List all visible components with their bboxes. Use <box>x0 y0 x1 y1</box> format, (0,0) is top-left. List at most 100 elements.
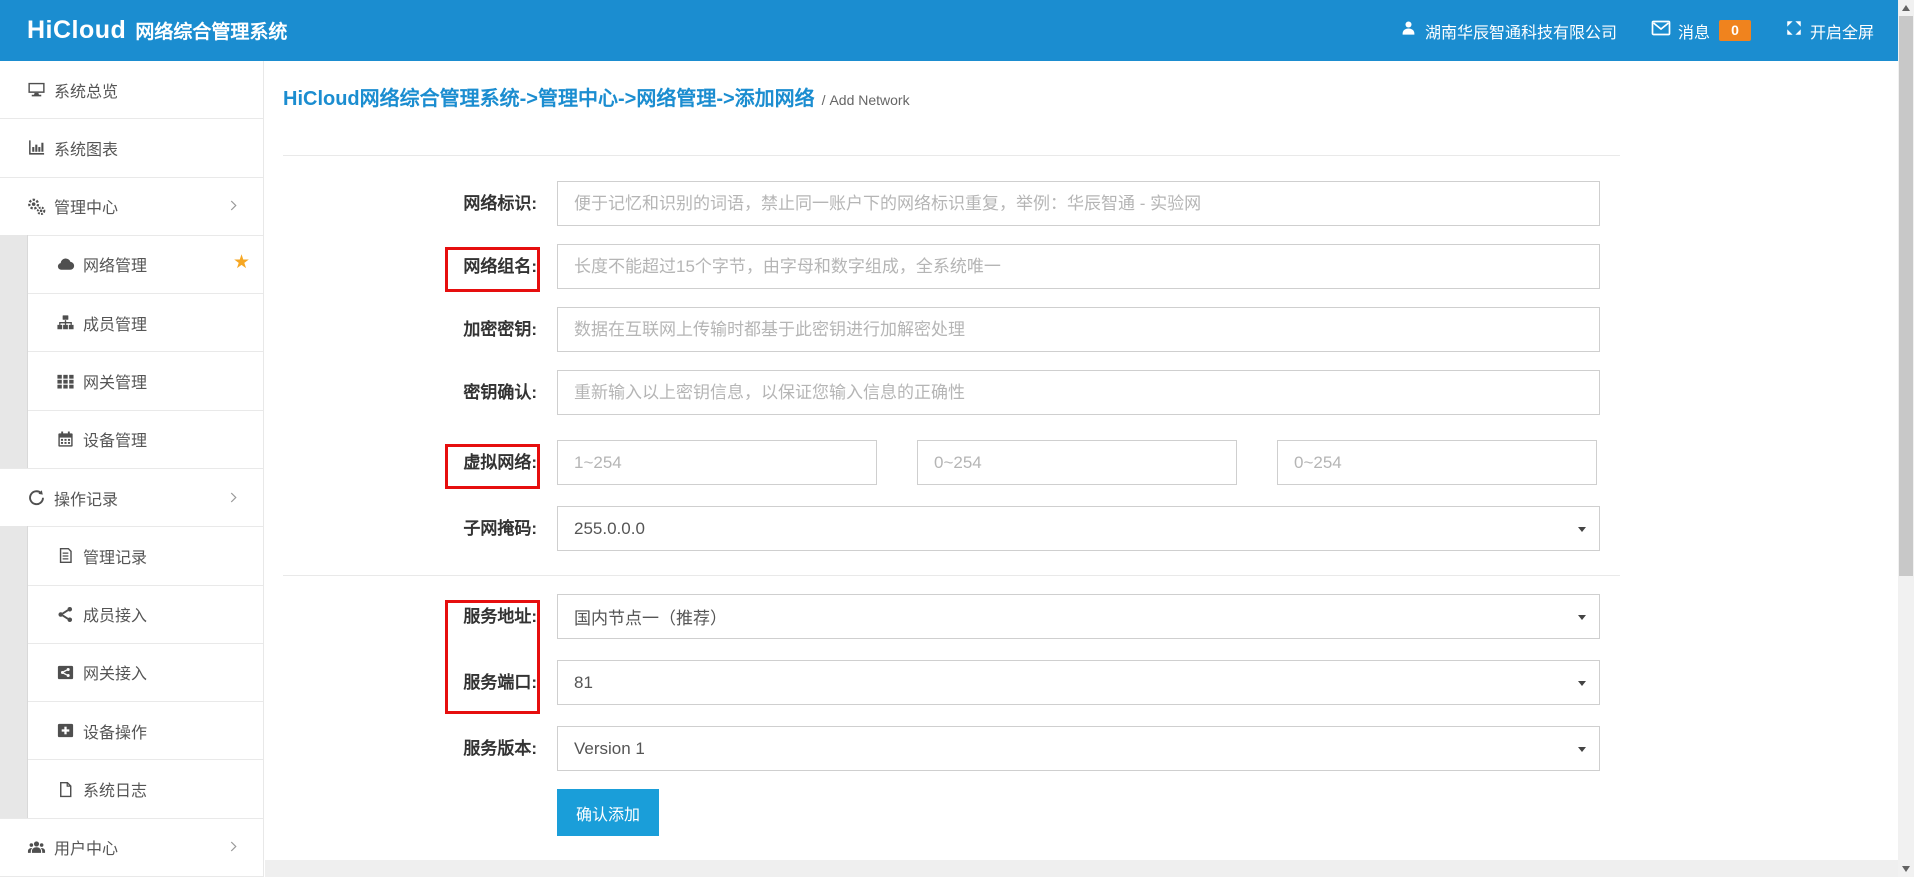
scrollbar-down-arrow[interactable] <box>1898 861 1914 877</box>
sidebar-item-operation-records[interactable]: 操作记录 <box>0 469 263 527</box>
section-divider-middle <box>283 575 1620 576</box>
gears-icon <box>27 197 46 216</box>
plus-square-icon <box>56 721 75 740</box>
service-address-select[interactable]: 国内节点一（推荐） <box>557 594 1600 639</box>
logo-brand: HiCloud <box>27 16 126 44</box>
sidebar-item-member-management[interactable]: 成员管理 <box>0 294 263 352</box>
scrollbar-thumb[interactable] <box>1899 16 1913 576</box>
messages-menu[interactable]: 消息 0 <box>1651 18 1751 43</box>
field-label-encryption-key: 加密密钥: <box>340 307 537 352</box>
app-window: HiCloud网络综合管理系统 湖南华辰智通科技有限公司 消息 0 开启 <box>0 0 1914 877</box>
sidebar-item-label: 管理中心 <box>54 194 118 218</box>
history-icon <box>27 488 46 507</box>
sidebar-item-label: 设备操作 <box>83 719 147 743</box>
chevron-right-icon <box>226 490 249 510</box>
sidebar-item-label: 管理记录 <box>83 544 147 568</box>
field-label-service-address: 服务地址: <box>340 594 537 639</box>
encryption-key-input[interactable] <box>557 307 1600 352</box>
sidebar-item-label: 系统总览 <box>54 78 118 102</box>
breadcrumb: HiCloud网络综合管理系统->管理中心->网络管理->添加网络 / Add N… <box>283 82 910 111</box>
key-confirm-input[interactable] <box>557 370 1600 415</box>
share-icon <box>56 605 75 624</box>
app-logo: HiCloud 网络综合管理系统 <box>27 16 287 45</box>
sidebar-item-system-overview[interactable]: 系统总览 <box>0 61 263 119</box>
sidebar-item-label: 用户中心 <box>54 835 118 859</box>
sidebar-item-system-charts[interactable]: 系统图表 <box>0 119 263 177</box>
chart-icon <box>27 138 46 157</box>
chevron-right-icon <box>226 839 249 859</box>
network-group-name-input[interactable] <box>557 244 1600 289</box>
content-bottom-strip <box>265 860 1898 877</box>
sidebar-item-device-management[interactable]: 设备管理 <box>0 411 263 469</box>
chevron-down-icon <box>1578 527 1586 532</box>
sidebar-item-system-logs[interactable]: 系统日志 <box>0 760 263 818</box>
company-name: 湖南华辰智通科技有限公司 <box>1425 19 1617 43</box>
confirm-add-button[interactable]: 确认添加 <box>557 789 659 836</box>
messages-count-badge: 0 <box>1719 20 1751 41</box>
field-label-virtual-network: 虚拟网络: <box>340 440 537 485</box>
sidebar-item-device-operations[interactable]: 设备操作 <box>0 702 263 760</box>
virtual-network-octet3-input[interactable] <box>1277 440 1597 485</box>
field-label-subnet-mask: 子网掩码: <box>340 506 537 551</box>
user-icon <box>1399 19 1425 43</box>
service-address-value: 国内节点一（推荐） <box>574 604 727 629</box>
sidebar-item-gateway-management[interactable]: 网关管理 <box>0 352 263 410</box>
logo-subtitle: 网络综合管理系统 <box>135 22 287 43</box>
field-label-network-group-name: 网络组名: <box>340 244 537 289</box>
top-header: HiCloud网络综合管理系统 湖南华辰智通科技有限公司 消息 0 开启 <box>0 0 1914 61</box>
sidebar-nav: 系统总览 系统图表 管理中心 网络管理 ★ 成员管理 网关管理 设备管理 <box>0 61 264 877</box>
chevron-right-icon <box>226 198 249 218</box>
section-divider-top <box>283 155 1620 156</box>
scrollbar-up-arrow[interactable] <box>1898 0 1914 16</box>
cloud-icon <box>56 255 75 274</box>
sidebar-item-label: 系统图表 <box>54 136 118 160</box>
users-icon <box>27 838 46 857</box>
sidebar-item-label: 操作记录 <box>54 486 118 510</box>
sidebar-item-user-center[interactable]: 用户中心 <box>0 819 263 877</box>
breadcrumb-path: HiCloud网络综合管理系统->管理中心->网络管理->添加网络 <box>283 88 815 110</box>
subnet-mask-value: 255.0.0.0 <box>574 519 645 539</box>
favorite-star-icon: ★ <box>233 252 250 274</box>
grid-icon <box>56 372 75 391</box>
sidebar-item-label: 设备管理 <box>83 427 147 451</box>
sidebar-item-network-management[interactable]: 网络管理 ★ <box>0 236 263 294</box>
sidebar-item-management-center[interactable]: 管理中心 <box>0 178 263 236</box>
fullscreen-icon <box>1785 19 1810 42</box>
service-version-select[interactable]: Version 1 <box>557 726 1600 771</box>
network-id-input[interactable] <box>557 181 1600 226</box>
field-label-service-version: 服务版本: <box>340 726 537 771</box>
chevron-down-icon <box>1578 615 1586 620</box>
field-label-key-confirm: 密钥确认: <box>340 370 537 415</box>
sidebar-item-label: 成员接入 <box>83 602 147 626</box>
share-square-icon <box>56 663 75 682</box>
fullscreen-button[interactable]: 开启全屏 <box>1785 19 1874 43</box>
fullscreen-label: 开启全屏 <box>1810 19 1874 43</box>
sidebar-item-management-records[interactable]: 管理记录 <box>0 527 263 585</box>
service-port-value: 81 <box>574 673 593 693</box>
company-menu[interactable]: 湖南华辰智通科技有限公司 <box>1399 19 1617 43</box>
sidebar-item-gateway-access[interactable]: 网关接入 <box>0 644 263 702</box>
sidebar-item-label: 系统日志 <box>83 777 147 801</box>
sidebar-item-label: 网关管理 <box>83 369 147 393</box>
sidebar-item-label: 网络管理 <box>83 252 147 276</box>
virtual-network-octet1-input[interactable] <box>557 440 877 485</box>
field-label-network-id: 网络标识: <box>340 181 537 226</box>
chevron-down-icon <box>1578 681 1586 686</box>
sidebar-item-label: 网关接入 <box>83 660 147 684</box>
header-actions: 湖南华辰智通科技有限公司 消息 0 开启全屏 <box>1399 0 1874 61</box>
service-version-value: Version 1 <box>574 739 645 759</box>
virtual-network-octet2-input[interactable] <box>917 440 1237 485</box>
service-port-select[interactable]: 81 <box>557 660 1600 705</box>
desktop-icon <box>27 80 46 99</box>
sidebar-item-label: 成员管理 <box>83 311 147 335</box>
breadcrumb-suffix: / Add Network <box>822 92 910 108</box>
sitemap-icon <box>56 313 75 332</box>
calendar-icon <box>56 430 75 449</box>
mail-icon <box>1651 18 1678 43</box>
chevron-down-icon <box>1578 747 1586 752</box>
vertical-scrollbar[interactable] <box>1898 0 1914 877</box>
messages-label: 消息 <box>1678 19 1710 43</box>
document-icon <box>56 546 75 565</box>
sidebar-item-member-access[interactable]: 成员接入 <box>0 586 263 644</box>
subnet-mask-select[interactable]: 255.0.0.0 <box>557 506 1600 551</box>
